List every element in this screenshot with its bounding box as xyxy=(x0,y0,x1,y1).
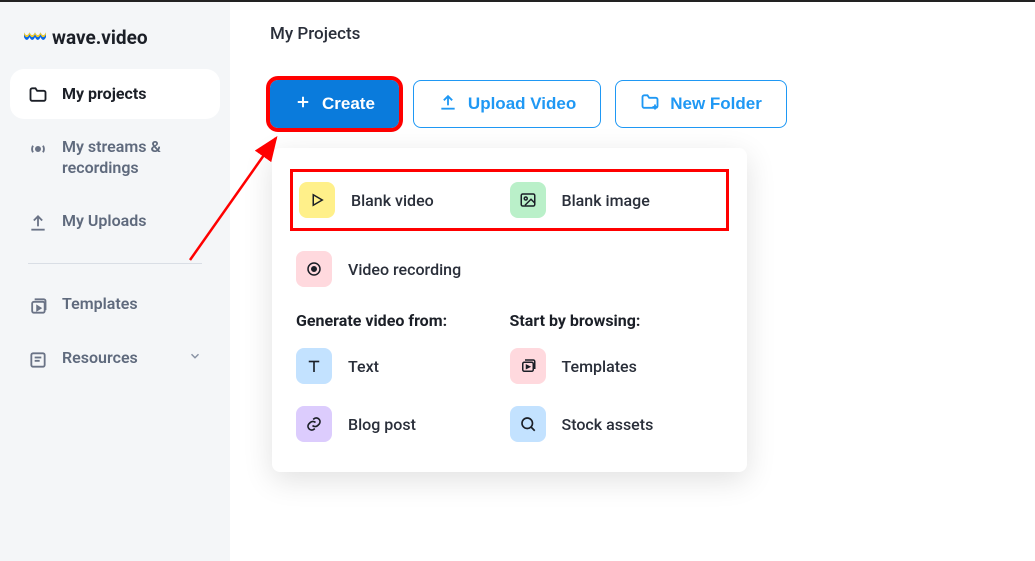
sidebar-item-my-projects[interactable]: My projects xyxy=(10,69,220,119)
dropdown-second-row: Video recording xyxy=(296,249,723,289)
link-icon xyxy=(296,406,332,442)
record-icon xyxy=(296,251,332,287)
logo[interactable]: wave.video xyxy=(10,20,220,65)
image-icon xyxy=(510,182,546,218)
menu-generate-blog[interactable]: Blog post xyxy=(296,404,510,444)
upload-video-button[interactable]: Upload Video xyxy=(413,80,601,128)
upload-icon xyxy=(438,92,458,117)
folder-icon xyxy=(28,85,48,105)
button-label: New Folder xyxy=(670,94,762,114)
menu-label: Templates xyxy=(562,357,637,376)
sidebar-item-label: Templates xyxy=(62,294,138,315)
sidebar-item-label: My projects xyxy=(62,84,146,105)
button-label: Upload Video xyxy=(468,94,576,114)
menu-label: Text xyxy=(348,357,379,376)
sidebar-item-label: My streams & recordings xyxy=(62,137,202,179)
menu-generate-text[interactable]: Text xyxy=(296,346,510,386)
new-folder-button[interactable]: New Folder xyxy=(615,80,787,128)
sidebar-item-templates[interactable]: Templates xyxy=(10,280,220,330)
menu-video-recording[interactable]: Video recording xyxy=(296,249,510,289)
button-label: Create xyxy=(322,94,375,114)
new-folder-icon xyxy=(640,92,660,117)
menu-blank-video[interactable]: Blank video xyxy=(299,180,510,220)
upload-icon xyxy=(28,213,48,233)
menu-blank-image[interactable]: Blank image xyxy=(510,180,721,220)
page-title: My Projects xyxy=(270,24,995,44)
divider xyxy=(28,263,202,264)
plus-icon xyxy=(294,93,312,116)
sidebar: wave.video My projects My streams & reco… xyxy=(0,2,230,561)
sidebar-item-resources[interactable]: Resources xyxy=(10,334,220,384)
main-content: My Projects Create xyxy=(230,2,1035,561)
sidebar-item-uploads[interactable]: My Uploads xyxy=(10,197,220,247)
menu-label: Blank image xyxy=(562,191,650,210)
menu-label: Blog post xyxy=(348,415,416,434)
chevron-down-icon xyxy=(188,348,202,369)
menu-label: Video recording xyxy=(348,260,461,279)
menu-label: Stock assets xyxy=(562,415,654,434)
play-icon xyxy=(299,182,335,218)
text-icon xyxy=(296,348,332,384)
logo-text: wave.video xyxy=(52,26,148,49)
sidebar-item-label: My Uploads xyxy=(62,211,146,232)
action-buttons-row: Create Upload Video xyxy=(270,80,995,128)
browse-section-title: Start by browsing: xyxy=(510,311,724,330)
create-button[interactable]: Create xyxy=(270,80,399,128)
create-dropdown: Blank video Blank image xyxy=(272,148,747,472)
generate-section-title: Generate video from: xyxy=(296,311,510,330)
menu-browse-stock[interactable]: Stock assets xyxy=(510,404,724,444)
sidebar-item-label: Resources xyxy=(62,348,138,369)
templates-icon xyxy=(510,348,546,384)
dropdown-top-row: Blank video Blank image xyxy=(290,169,729,231)
resources-icon xyxy=(28,350,48,370)
menu-label: Blank video xyxy=(351,191,434,210)
logo-icon xyxy=(24,30,46,46)
search-icon xyxy=(510,406,546,442)
broadcast-icon xyxy=(28,139,48,159)
sidebar-item-streams[interactable]: My streams & recordings xyxy=(10,123,220,193)
templates-icon xyxy=(28,296,48,316)
menu-browse-templates[interactable]: Templates xyxy=(510,346,724,386)
